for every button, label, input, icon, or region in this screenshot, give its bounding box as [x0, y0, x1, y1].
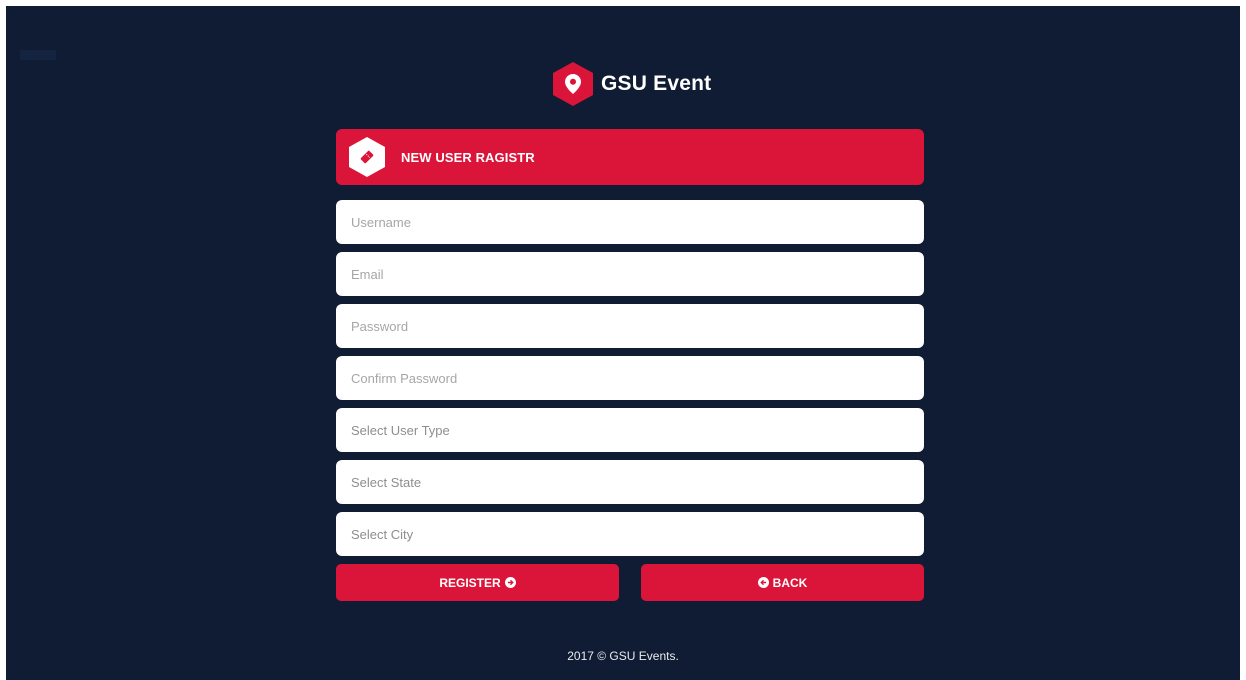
- state-select[interactable]: Select State: [336, 460, 924, 504]
- ticket-icon: [349, 137, 385, 177]
- back-button-label: BACK: [772, 575, 808, 590]
- brand-name: GSU Event: [601, 72, 712, 95]
- confirm-password-input[interactable]: [336, 356, 924, 400]
- user-type-select[interactable]: Select User Type: [336, 408, 924, 452]
- back-button[interactable]: BACK: [641, 564, 924, 601]
- page-background: GSU Event NEW USER RAGISTR Select User T…: [6, 6, 1240, 680]
- city-select-label: Select City: [351, 526, 414, 542]
- footer-copyright: 2017 © GSU Events.: [567, 649, 679, 663]
- email-input[interactable]: [336, 252, 924, 296]
- map-pin-icon: [553, 62, 593, 106]
- city-select[interactable]: Select City: [336, 512, 924, 556]
- brand-logo[interactable]: GSU Event: [553, 62, 711, 106]
- arrow-circle-left-icon: [757, 577, 769, 588]
- arrow-circle-right-icon: [504, 577, 516, 588]
- corner-mark: [20, 50, 56, 60]
- user-type-select-label: Select User Type: [351, 422, 450, 438]
- registration-form: NEW USER RAGISTR Select User Type Select…: [336, 129, 924, 601]
- form-actions: REGISTER BACK: [336, 564, 924, 601]
- register-button-label: REGISTER: [439, 575, 501, 590]
- username-input[interactable]: [336, 200, 924, 244]
- register-button[interactable]: REGISTER: [336, 564, 619, 601]
- password-input[interactable]: [336, 304, 924, 348]
- form-title: NEW USER RAGISTR: [401, 149, 535, 165]
- form-header: NEW USER RAGISTR: [336, 129, 924, 185]
- state-select-label: Select State: [351, 474, 422, 490]
